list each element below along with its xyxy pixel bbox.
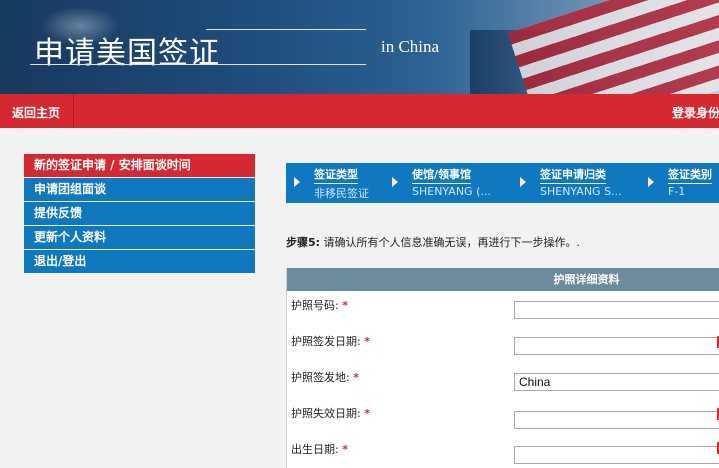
menu-item-group-interview[interactable]: 申请团组面谈	[24, 178, 255, 202]
header-banner: 申请美国签证 in China	[0, 0, 719, 94]
us-flag-image	[507, 0, 719, 94]
passport-issue-date-label: 护照签发日期: *	[291, 335, 370, 348]
chevron-right-icon	[294, 177, 300, 187]
menu-item-logout[interactable]: 退出/登出	[24, 250, 255, 274]
chevron-right-icon	[648, 177, 654, 187]
step-value: 非移民签证	[314, 187, 369, 200]
passport-number-input[interactable]	[514, 301, 719, 319]
menu-item-update-profile[interactable]: 更新个人资料	[24, 226, 255, 250]
required-asterisk: *	[342, 443, 348, 456]
home-link[interactable]: 返回主页	[12, 104, 60, 121]
login-link[interactable]: 登录身份	[672, 104, 719, 121]
application-progress-breadcrumb: 签证类型 非移民签证 使馆/领事馆 SHENYANG (... 签证申请归类 S…	[286, 163, 719, 203]
menu-item-new-application[interactable]: 新的签证申请 / 安排面谈时间	[24, 154, 255, 178]
passport-expiry-date-input[interactable]	[514, 411, 719, 429]
step-value: SHENYANG S...	[540, 185, 622, 198]
passport-details-form: 护照详细资料 护照号码: * 护照签发日期: * 护照签发地: * 护照失效日期…	[286, 268, 719, 468]
chevron-right-icon	[520, 177, 526, 187]
side-menu: 新的签证申请 / 安排面谈时间 申请团组面谈 提供反馈 更新个人资料 退出/登出	[24, 154, 255, 274]
step-instruction: 步骤5: 请确认所有个人信息准确无误，再进行下一步操作。.	[286, 234, 580, 250]
nav-divider	[73, 94, 74, 128]
top-nav-bar: 返回主页 登录身份	[0, 94, 719, 128]
step-label: 使馆/领事馆	[412, 166, 472, 184]
passport-number-label: 护照号码: *	[291, 299, 348, 312]
step-label: 签证类型	[314, 166, 358, 184]
passport-issue-place-input[interactable]	[514, 373, 719, 391]
site-title: 申请美国签证	[34, 36, 220, 71]
required-asterisk: *	[364, 335, 370, 348]
step-number: 步骤5:	[286, 236, 321, 249]
passport-issue-date-input[interactable]	[514, 337, 719, 355]
chevron-right-icon	[392, 177, 398, 187]
menu-item-feedback[interactable]: 提供反馈	[24, 202, 255, 226]
date-of-birth-label: 出生日期: *	[291, 443, 348, 456]
site-subtitle: in China	[381, 37, 440, 56]
passport-issue-place-label: 护照签发地: *	[291, 371, 359, 384]
step-label: 签证申请归类	[540, 166, 606, 184]
step-value: F-1	[668, 185, 686, 198]
passport-expiry-date-label: 护照失效日期: *	[291, 407, 370, 420]
instruction-text: 请确认所有个人信息准确无误，再进行下一步操作。.	[320, 236, 581, 249]
step-value: SHENYANG (...	[412, 185, 491, 198]
date-of-birth-input[interactable]	[514, 446, 719, 464]
step-label: 签证类别	[668, 166, 712, 184]
required-asterisk: *	[353, 371, 359, 384]
required-asterisk: *	[342, 299, 348, 312]
title-underline	[30, 64, 366, 65]
form-header: 护照详细资料	[287, 268, 719, 291]
required-asterisk: *	[364, 407, 370, 420]
